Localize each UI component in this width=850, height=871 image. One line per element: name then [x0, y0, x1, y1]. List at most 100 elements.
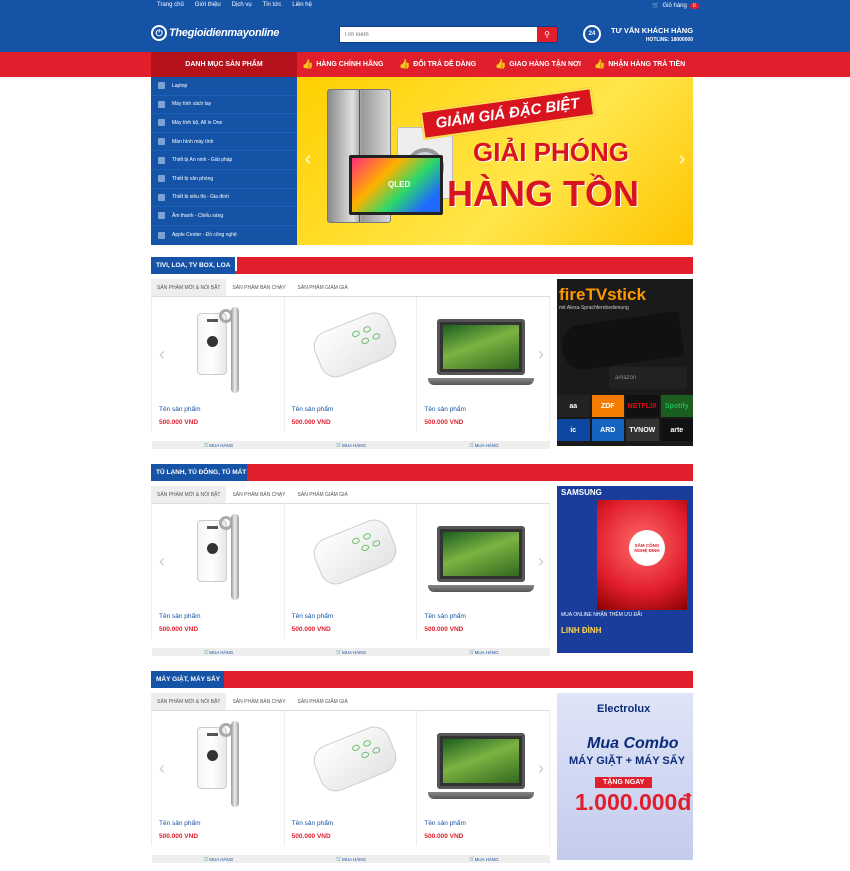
carousel-next-arrow[interactable]: ›: [534, 756, 548, 780]
tab-bestseller[interactable]: SẢN PHẨM BÁN CHẠY: [226, 486, 291, 503]
sidebar-item-desktop[interactable]: Máy tính bộ, All in One: [151, 114, 297, 133]
product-name[interactable]: Tên sản phẩm: [292, 406, 334, 413]
top-link-about[interactable]: Giới thiệu: [195, 2, 221, 8]
fire-tv-ad[interactable]: fireTVstick mit Alexa-Sprachfernbedienung…: [557, 279, 693, 446]
product-image[interactable]: [152, 299, 285, 399]
buy-button[interactable]: 🛒 MUA HÀNG: [284, 648, 418, 656]
sidebar-item-notebook[interactable]: Máy tính xách tay: [151, 96, 297, 115]
product-carousel: Tên sản phẩm 500.000 VND 🛒 MUA HÀNG Tên sản …: [151, 504, 551, 656]
site-logo[interactable]: ⏻ Thegioidienmayonline: [151, 25, 279, 41]
product-image[interactable]: [285, 506, 418, 606]
streaming-logo: ic: [557, 419, 590, 441]
banner-headline-3: HÀNG TỒN: [447, 173, 639, 214]
product-carousel: Tên sản phẩm 500.000 VND 🛒 MUA HÀNG Tên sản …: [151, 711, 551, 863]
sidebar-item-security[interactable]: Thiết bị An ninh - Giải pháp: [151, 151, 297, 170]
buy-button[interactable]: 🛒 MUA HÀNG: [284, 855, 418, 863]
top-link-contact[interactable]: Liên hệ: [292, 2, 312, 8]
product-section: TIVI, LOA, TV BOX, LOA SẢN PHẨM MỚI & NỔI…: [151, 257, 693, 457]
sidebar-item-office[interactable]: Thiết bị văn phòng: [151, 170, 297, 189]
tab-bestseller[interactable]: SẢN PHẨM BÁN CHẠY: [226, 279, 291, 296]
printer-icon: [158, 175, 165, 183]
section-title[interactable]: TỦ LẠNH, TỦ ĐÔNG, TỦ MÁT: [151, 464, 252, 481]
streaming-logo: ZDF: [591, 395, 624, 417]
product-name[interactable]: Tên sản phẩm: [424, 406, 466, 413]
product-section: TỦ LẠNH, TỦ ĐÔNG, TỦ MÁT SẢN PHẨM MỚI & N…: [151, 464, 693, 664]
search-button[interactable]: ⚲: [537, 27, 557, 42]
product-card[interactable]: Tên sản phẩm 500.000 VND 🛒 MUA HÀNG: [417, 711, 551, 863]
product-card[interactable]: Tên sản phẩm 500.000 VND 🛒 MUA HÀNG: [284, 297, 418, 449]
section-title[interactable]: TIVI, LOA, TV BOX, LOA: [151, 257, 236, 274]
product-card[interactable]: Tên sản phẩm 500.000 VND 🛒 MUA HÀNG: [152, 297, 285, 449]
cart-count: 0: [689, 2, 699, 9]
top-link-news[interactable]: Tin tức: [263, 2, 281, 8]
tab-sale[interactable]: SẢN PHẨM GIẢM GIÁ: [292, 486, 354, 503]
buy-button[interactable]: 🛒 MUA HÀNG: [417, 855, 551, 863]
support-title: TƯ VẤN KHÁCH HÀNG: [611, 25, 694, 35]
product-image[interactable]: [417, 299, 550, 399]
hero-banner[interactable]: QLED GIẢM GIÁ ĐẶC BIỆT GIẢI PHÓNG HÀNG T…: [297, 77, 693, 245]
banner-prev-arrow[interactable]: ‹: [301, 147, 315, 171]
product-name[interactable]: Tên sản phẩm: [159, 820, 201, 827]
hotline: HOTLINE: 18000000: [645, 36, 694, 43]
carousel-prev-arrow[interactable]: ‹: [155, 549, 169, 573]
sidebar-item-laptop[interactable]: Laptop: [151, 77, 297, 96]
sidebar-item-apple[interactable]: Apple Center - Đồ công nghệ: [151, 226, 297, 245]
product-name[interactable]: Tên sản phẩm: [424, 613, 466, 620]
cart-link[interactable]: 🛒 Giỏ hàng 0: [652, 2, 699, 9]
product-card[interactable]: Tên sản phẩm 500.000 VND 🛒 MUA HÀNG: [417, 504, 551, 656]
ad-text: MUA ONLINE NHẬN THÊM ƯU ĐÃI: [561, 612, 642, 618]
section-header: TIVI, LOA, TV BOX, LOA: [151, 257, 693, 274]
top-link-services[interactable]: Dịch vụ: [232, 2, 252, 8]
product-name[interactable]: Tên sản phẩm: [424, 820, 466, 827]
product-image[interactable]: [417, 506, 550, 606]
section-title[interactable]: MÁY GIẶT, MÁY SẤY: [151, 671, 226, 688]
tab-sale[interactable]: SẢN PHẨM GIẢM GIÁ: [292, 693, 354, 710]
buy-button[interactable]: 🛒 MUA HÀNG: [284, 441, 418, 449]
product-card[interactable]: Tên sản phẩm 500.000 VND 🛒 MUA HÀNG: [152, 504, 285, 656]
ad-price: 1.000.000đ: [575, 789, 692, 815]
buy-button[interactable]: 🛒 MUA HÀNG: [152, 441, 285, 449]
buy-button[interactable]: 🛒 MUA HÀNG: [417, 648, 551, 656]
product-image[interactable]: [152, 506, 285, 606]
buy-button[interactable]: 🛒 MUA HÀNG: [417, 441, 551, 449]
electrolux-ad[interactable]: Electrolux Mua Combo MÁY GIẶT + MÁY SẤY TẶN…: [557, 693, 693, 860]
product-name[interactable]: Tên sản phẩm: [292, 820, 334, 827]
tab-new[interactable]: SẢN PHẨM MỚI & NỔI BẬT: [151, 693, 227, 710]
product-image[interactable]: [417, 713, 550, 813]
category-menu-button[interactable]: DANH MỤC SẢN PHẨM: [151, 52, 297, 77]
section-tabs: SẢN PHẨM MỚI & NỔI BẬT SẢN PHẨM BÁN CHẠY S…: [151, 486, 550, 504]
product-image[interactable]: [152, 713, 285, 813]
sidebar-item-monitor[interactable]: Màn hình máy tính: [151, 133, 297, 152]
sidebar-item-audio[interactable]: Âm thanh - Chiếu sáng: [151, 207, 297, 226]
product-name[interactable]: Tên sản phẩm: [292, 613, 334, 620]
product-image[interactable]: [285, 713, 418, 813]
support-24-icon: 24: [583, 25, 601, 43]
tab-bestseller[interactable]: SẢN PHẨM BÁN CHẠY: [226, 693, 291, 710]
tab-new[interactable]: SẢN PHẨM MỚI & NỔI BẬT: [151, 279, 227, 296]
carousel-next-arrow[interactable]: ›: [534, 342, 548, 366]
product-image[interactable]: [285, 299, 418, 399]
search-input[interactable]: [340, 27, 537, 42]
tab-sale[interactable]: SẢN PHẨM GIẢM GIÁ: [292, 279, 354, 296]
sidebar-item-home[interactable]: Thiết bị siêu thị - Gia đình: [151, 189, 297, 208]
thumbs-up-icon: 👍: [594, 59, 606, 69]
product-card[interactable]: Tên sản phẩm 500.000 VND 🛒 MUA HÀNG: [284, 504, 418, 656]
tab-new[interactable]: SẢN PHẨM MỚI & NỔI BẬT: [151, 486, 227, 503]
banner-next-arrow[interactable]: ›: [675, 147, 689, 171]
product-price: 500.000 VND: [159, 833, 199, 840]
product-card[interactable]: Tên sản phẩm 500.000 VND 🛒 MUA HÀNG: [284, 711, 418, 863]
chevron-left-icon: ‹: [159, 550, 165, 571]
product-card[interactable]: Tên sản phẩm 500.000 VND 🛒 MUA HÀNG: [417, 297, 551, 449]
product-name[interactable]: Tên sản phẩm: [159, 406, 201, 413]
sidebar-item-label: Laptop: [172, 82, 188, 89]
top-link-home[interactable]: Trang chủ: [157, 2, 184, 8]
carousel-next-arrow[interactable]: ›: [534, 549, 548, 573]
buy-button[interactable]: 🛒 MUA HÀNG: [152, 648, 285, 656]
buy-label: MUA HÀNG: [474, 649, 499, 655]
samsung-ad[interactable]: SAMSUNG SẮM CÔNG NGHỆ ĐỈNH MUA ONLINE NHẬN…: [557, 486, 693, 653]
product-card[interactable]: Tên sản phẩm 500.000 VND 🛒 MUA HÀNG: [152, 711, 285, 863]
carousel-prev-arrow[interactable]: ‹: [155, 342, 169, 366]
product-name[interactable]: Tên sản phẩm: [159, 613, 201, 620]
carousel-prev-arrow[interactable]: ‹: [155, 756, 169, 780]
buy-button[interactable]: 🛒 MUA HÀNG: [152, 855, 285, 863]
